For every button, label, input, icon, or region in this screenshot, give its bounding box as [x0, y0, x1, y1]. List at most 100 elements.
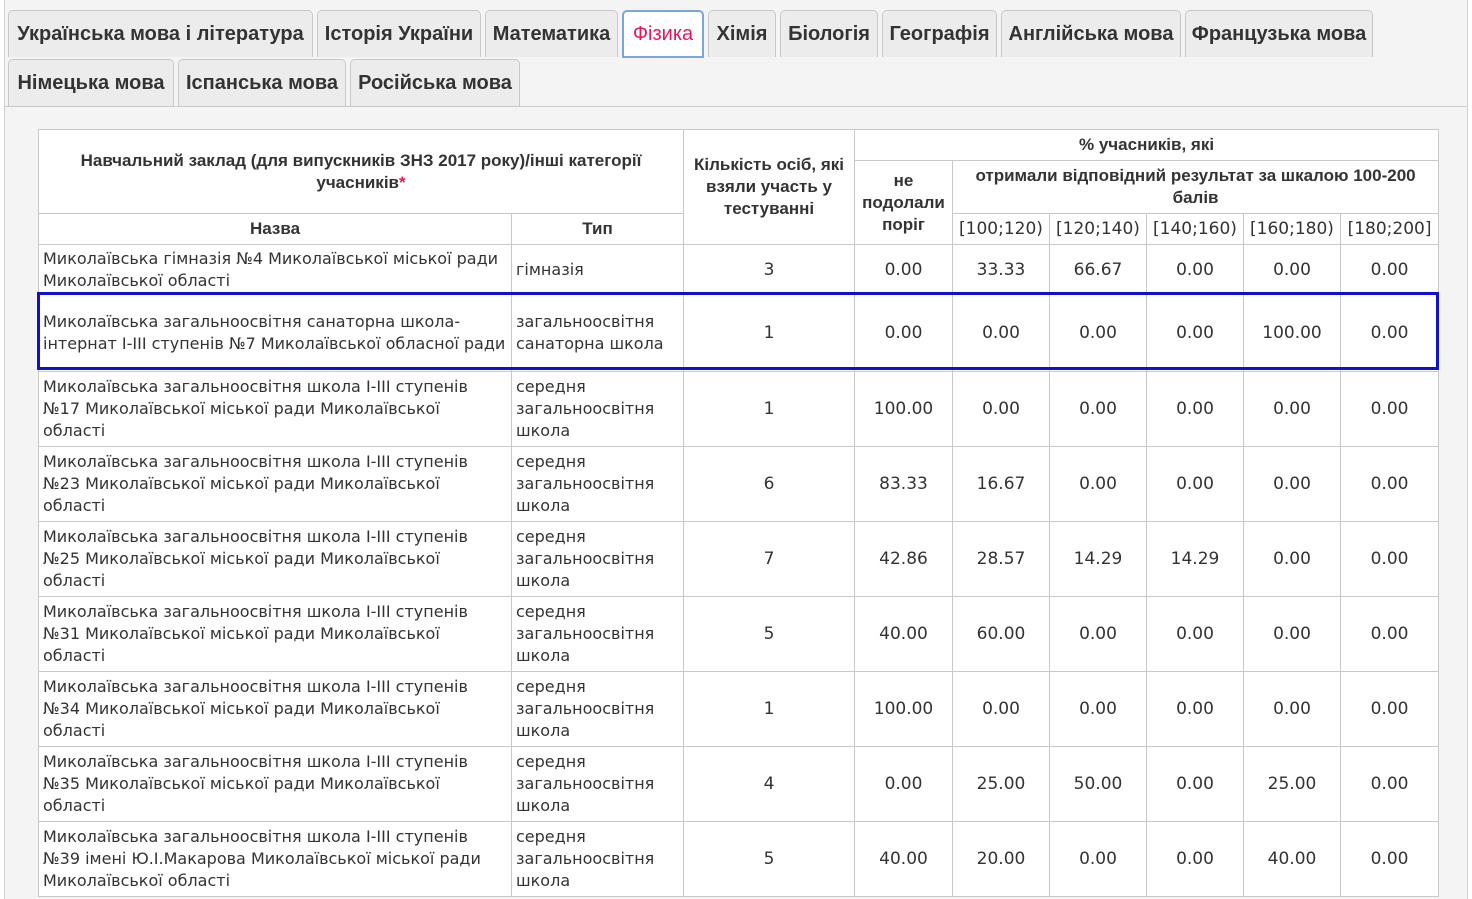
tab-mathematics[interactable]: Математика	[485, 10, 618, 57]
range-180-200-cell: 0.00	[1339, 446, 1440, 522]
range-120-140-cell: 50.00	[1049, 746, 1147, 822]
tab-biology[interactable]: Біологія	[780, 10, 878, 57]
institution-type-cell: гімназія	[511, 244, 684, 295]
range-160-180-cell: 0.00	[1243, 671, 1341, 747]
range-140-160-cell: 0.00	[1146, 244, 1244, 295]
not-passed-cell: 40.00	[854, 821, 953, 897]
range-100-120-cell: 0.00	[952, 371, 1050, 447]
not-passed-cell: 0.00	[854, 294, 953, 372]
institution-type-cell: середня загальноосвітня школа	[511, 596, 684, 672]
not-passed-cell: 42.86	[854, 521, 953, 597]
range-120-140-cell: 66.67	[1049, 244, 1147, 295]
range-header-180-200: [180;200]	[1339, 213, 1440, 245]
institution-type-cell: середня загальноосвітня школа	[511, 446, 684, 522]
participants-count-cell: 6	[683, 446, 855, 522]
institution-name-cell: Миколаївська загальноосвітня школа І-ІІІ…	[38, 746, 512, 822]
tab-geography[interactable]: Географія	[882, 10, 997, 57]
range-120-140-cell: 0.00	[1049, 821, 1147, 897]
results-body: Миколаївська гімназія №4 Миколаївської м…	[38, 244, 1440, 897]
institution-name-cell: Миколаївська загальноосвітня санаторна ш…	[38, 294, 512, 372]
tabs-divider	[4, 106, 1466, 107]
range-140-160-cell: 0.00	[1146, 821, 1244, 897]
tab-ukrainian-language[interactable]: Українська мова і література	[8, 10, 313, 57]
range-100-120-cell: 28.57	[952, 521, 1050, 597]
range-180-200-cell: 0.00	[1339, 671, 1440, 747]
institution-type-cell: середня загальноосвітня школа	[511, 671, 684, 747]
range-140-160-cell: 14.29	[1146, 521, 1244, 597]
table-row: Миколаївська гімназія №4 Миколаївської м…	[38, 244, 1440, 295]
range-160-180-cell: 0.00	[1243, 446, 1341, 522]
institution-type-cell: середня загальноосвітня школа	[511, 821, 684, 897]
not-passed-cell: 40.00	[854, 596, 953, 672]
table-row: Миколаївська загальноосвітня школа І-ІІІ…	[38, 521, 1440, 597]
table-row: Миколаївська загальноосвітня школа І-ІІІ…	[38, 746, 1440, 822]
range-160-180-cell: 40.00	[1243, 821, 1341, 897]
participants-count-cell: 5	[683, 821, 855, 897]
tab-french[interactable]: Французька мова	[1185, 10, 1373, 57]
range-160-180-cell: 0.00	[1243, 371, 1341, 447]
range-140-160-cell: 0.00	[1146, 671, 1244, 747]
tab-history-ukraine[interactable]: Історія України	[317, 10, 481, 57]
institution-type-cell: середня загальноосвітня школа	[511, 521, 684, 597]
institution-header: Навчальний заклад (для випускників ЗНЗ 2…	[38, 129, 684, 214]
table-row: Миколаївська загальноосвітня санаторна ш…	[38, 294, 1440, 372]
range-120-140-cell: 0.00	[1049, 596, 1147, 672]
table-row: Миколаївська загальноосвітня школа І-ІІІ…	[38, 596, 1440, 672]
institution-name-cell: Миколаївська загальноосвітня школа І-ІІІ…	[38, 671, 512, 747]
range-120-140-cell: 14.29	[1049, 521, 1147, 597]
tab-english[interactable]: Англійська мова	[1001, 10, 1181, 57]
name-header: Назва	[38, 213, 512, 245]
range-100-120-cell: 0.00	[952, 671, 1050, 747]
range-header-160-180: [160;180)	[1243, 213, 1341, 245]
tab-physics[interactable]: Фізика	[622, 10, 704, 58]
institution-name-cell: Миколаївська загальноосвітня школа І-ІІІ…	[38, 446, 512, 522]
range-180-200-cell: 0.00	[1339, 294, 1440, 372]
tab-russian[interactable]: Російська мова	[350, 59, 520, 106]
range-140-160-cell: 0.00	[1146, 446, 1244, 522]
tab-chemistry[interactable]: Хімія	[708, 10, 776, 57]
participants-count-cell: 1	[683, 371, 855, 447]
not-passed-cell: 83.33	[854, 446, 953, 522]
participants-count-cell: 4	[683, 746, 855, 822]
percent-group-header: % учасників, які	[853, 129, 1440, 161]
participants-count-cell: 3	[683, 244, 855, 295]
institution-header-text: Навчальний заклад (для випускників ЗНЗ 2…	[80, 150, 642, 192]
range-100-120-cell: 20.00	[952, 821, 1050, 897]
table-row: Миколаївська загальноосвітня школа І-ІІІ…	[38, 446, 1440, 522]
required-asterisk: *	[399, 172, 406, 192]
range-160-180-cell: 100.00	[1243, 294, 1341, 372]
institution-name-cell: Миколаївська загальноосвітня школа І-ІІІ…	[38, 596, 512, 672]
table-row: Миколаївська загальноосвітня школа І-ІІІ…	[38, 371, 1440, 447]
range-100-120-cell: 0.00	[952, 294, 1050, 372]
range-180-200-cell: 0.00	[1339, 521, 1440, 597]
range-140-160-cell: 0.00	[1146, 596, 1244, 672]
participants-count-cell: 1	[683, 671, 855, 747]
range-180-200-cell: 0.00	[1339, 244, 1440, 295]
institution-type-cell: загальноосвітня санаторна школа	[511, 294, 684, 372]
range-160-180-cell: 0.00	[1243, 521, 1341, 597]
range-header-100-120: [100;120)	[952, 213, 1050, 245]
not-passed-cell: 100.00	[854, 371, 953, 447]
range-160-180-cell: 0.00	[1243, 596, 1341, 672]
results-table: Навчальний заклад (для випускників ЗНЗ 2…	[38, 129, 1440, 897]
range-100-120-cell: 25.00	[952, 746, 1050, 822]
range-160-180-cell: 0.00	[1243, 244, 1341, 295]
tab-spanish[interactable]: Іспанська мова	[178, 59, 346, 106]
range-120-140-cell: 0.00	[1049, 446, 1147, 522]
range-100-120-cell: 16.67	[952, 446, 1050, 522]
not-passed-cell: 0.00	[854, 244, 953, 295]
participants-count-cell: 5	[683, 596, 855, 672]
range-140-160-cell: 0.00	[1146, 371, 1244, 447]
range-120-140-cell: 0.00	[1049, 371, 1147, 447]
institution-name-cell: Миколаївська гімназія №4 Миколаївської м…	[38, 244, 512, 295]
tab-german[interactable]: Німецька мова	[8, 59, 174, 106]
range-120-140-cell: 0.00	[1049, 671, 1147, 747]
not-passed-cell: 0.00	[854, 746, 953, 822]
range-180-200-cell: 0.00	[1339, 821, 1440, 897]
range-180-200-cell: 0.00	[1339, 746, 1440, 822]
range-140-160-cell: 0.00	[1146, 294, 1244, 372]
institution-type-cell: середня загальноосвітня школа	[511, 746, 684, 822]
range-100-120-cell: 60.00	[952, 596, 1050, 672]
participants-count-cell: 1	[683, 294, 855, 372]
not-passed-cell: 100.00	[854, 671, 953, 747]
